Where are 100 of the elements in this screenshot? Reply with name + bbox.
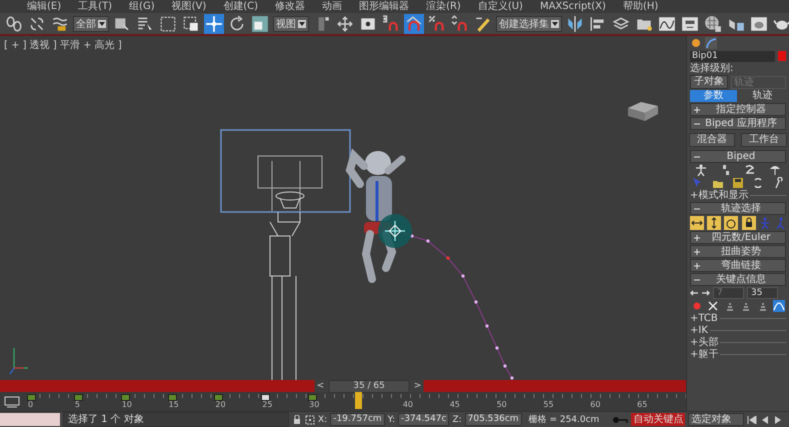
panel-tab[interactable]: 参数 <box>690 90 737 102</box>
expand-icon[interactable] <box>694 234 700 240</box>
material-icon[interactable] <box>703 14 723 34</box>
keyframe-marker[interactable] <box>308 394 318 401</box>
keyframe-marker[interactable] <box>120 394 130 401</box>
keyframe-marker[interactable] <box>168 394 177 401</box>
expand-icon[interactable] <box>694 248 700 254</box>
rollout-header[interactable]: 关键点信息 <box>690 273 786 286</box>
go-to-start-icon[interactable] <box>747 416 758 424</box>
angle-snap-icon[interactable] <box>404 14 424 34</box>
menu-item[interactable]: 工具(T) <box>78 0 112 12</box>
menu-item[interactable]: 视图(V) <box>172 0 206 12</box>
sub-rollout-header[interactable]: +模式和显示 <box>690 190 748 201</box>
collapse-icon[interactable] <box>694 206 700 212</box>
expand-icon[interactable] <box>694 106 700 112</box>
motion-flow-icon[interactable] <box>744 164 756 176</box>
toolbar-dropdown[interactable]: 视图 <box>273 16 309 32</box>
rollout-header[interactable]: 扭曲姿势 <box>690 245 786 258</box>
previous-next-key-icon[interactable] <box>690 288 710 298</box>
menu-item[interactable]: 自定义(U) <box>478 0 523 12</box>
previous-frame-icon[interactable] <box>760 416 770 424</box>
window-crossing-icon[interactable] <box>181 14 201 34</box>
spinner-snap-icon[interactable] <box>450 14 470 34</box>
frame-tick-label: 50 <box>496 400 507 409</box>
rollout-header[interactable]: 弯曲链接 <box>690 259 786 272</box>
lock-button[interactable] <box>742 216 756 230</box>
percent-snap-icon[interactable] <box>427 14 447 34</box>
lock-icon[interactable] <box>292 414 302 424</box>
sub-object-button[interactable]: 子对象 <box>690 75 728 89</box>
toolbar-dropdown[interactable]: 全部 <box>73 16 109 32</box>
collapse-icon[interactable] <box>694 120 700 126</box>
key-time-spinner[interactable]: 35 <box>747 287 778 299</box>
axis-gizmo-icon <box>10 348 28 374</box>
rollout-header[interactable]: 指定控制器 <box>690 103 786 116</box>
keyframe-marker[interactable] <box>27 394 36 401</box>
move-icon[interactable] <box>204 14 224 34</box>
rectangle-selection-icon[interactable] <box>158 14 178 34</box>
horizontal-arrows-button[interactable] <box>690 216 704 230</box>
menu-item[interactable]: 编辑(E) <box>27 0 62 12</box>
collapse-icon[interactable] <box>694 276 700 282</box>
sub-rollout-header[interactable]: +躯干 <box>690 349 718 360</box>
next-frame-button[interactable]: > <box>414 380 422 392</box>
time-slider-handle[interactable]: < 35 / 65 > <box>314 380 424 392</box>
keyframe-marker[interactable] <box>74 394 83 401</box>
vertical-arrows-button[interactable] <box>707 216 722 230</box>
figure-mode-icon[interactable] <box>694 164 707 176</box>
keyframe-marker[interactable] <box>261 394 270 401</box>
cycle-icon[interactable] <box>752 177 764 189</box>
move-arrows-icon[interactable] <box>335 14 355 34</box>
snap-icon[interactable] <box>381 14 401 34</box>
arc-icon[interactable] <box>705 37 717 49</box>
play-icon[interactable] <box>773 416 784 424</box>
dropdown-arrow-icon <box>98 20 106 28</box>
menu-item[interactable]: 渲染(R) <box>426 0 461 12</box>
expand-icon[interactable] <box>694 262 700 268</box>
scale-icon[interactable] <box>250 14 270 34</box>
rollout-header[interactable]: 轨迹选择 <box>690 202 786 215</box>
coordinate-label: Y: <box>388 414 396 424</box>
x-coordinate-field[interactable]: -19.757cm <box>330 413 385 426</box>
mixer-mode-icon[interactable] <box>769 164 782 176</box>
rollout-header[interactable]: Biped <box>690 150 786 163</box>
menu-item[interactable]: 图形编辑器 <box>359 0 410 12</box>
selection-mode-icon[interactable] <box>305 414 315 424</box>
status-message: 选择了 1 个 对象 <box>63 412 289 427</box>
menu-item[interactable]: 修改器 <box>275 0 306 12</box>
toolbar-dropdown[interactable]: 创建选择集 <box>496 16 562 32</box>
current-key-marker[interactable] <box>355 392 362 409</box>
sphere-icon[interactable] <box>690 37 702 49</box>
save-file-icon[interactable] <box>732 177 744 189</box>
panel-button[interactable]: 混合器 <box>689 133 735 147</box>
keyframe-marker[interactable] <box>214 394 224 401</box>
panel-button[interactable]: 工作台 <box>741 133 787 147</box>
z-coordinate-field[interactable]: 705.536cm <box>464 413 522 426</box>
menu-item[interactable]: 组(G) <box>129 0 155 12</box>
sub-rollout-header[interactable]: +IK <box>690 325 708 336</box>
auto-key-button[interactable]: 自动关键点 <box>631 413 686 426</box>
key-filter-dropdown[interactable]: 选定对象 <box>688 413 744 426</box>
rollout-header[interactable]: Biped 应用程序 <box>690 117 786 130</box>
rotation-button[interactable] <box>724 216 738 230</box>
object-name-field[interactable]: Bip01 <box>690 50 775 62</box>
maxscript-listener-field[interactable] <box>0 413 60 426</box>
curve-icon[interactable] <box>773 300 786 312</box>
y-coordinate-field[interactable]: -374.547c <box>398 413 450 426</box>
scissors-icon[interactable] <box>707 300 720 312</box>
viewport-label[interactable]: [ + ] 透视 ] 平滑 + 高光 ] <box>4 38 122 52</box>
menu-item[interactable]: MAXScript(X) <box>540 0 606 12</box>
sub-rollout-header[interactable]: +TCB <box>690 313 718 324</box>
collapse-icon[interactable] <box>694 154 700 160</box>
previous-frame-button[interactable]: < <box>316 380 324 392</box>
viewport[interactable]: [ + ] 透视 ] 平滑 + 高光 ] <box>0 36 686 380</box>
menu-item[interactable]: 动画 <box>322 0 342 12</box>
menu-item[interactable]: 帮助(H) <box>622 0 658 12</box>
object-color-swatch[interactable] <box>778 51 786 61</box>
mini-curve-editor-icon[interactable] <box>4 396 20 408</box>
sub-rollout-header[interactable]: +头部 <box>690 337 718 348</box>
panel-tab[interactable]: 轨迹 <box>739 90 786 102</box>
rollout-header[interactable]: 四元数/Euler <box>690 231 786 244</box>
frame-tick-label: 40 <box>402 400 414 409</box>
menu-item[interactable]: 创建(C) <box>223 0 258 12</box>
link-icon[interactable] <box>4 14 24 34</box>
